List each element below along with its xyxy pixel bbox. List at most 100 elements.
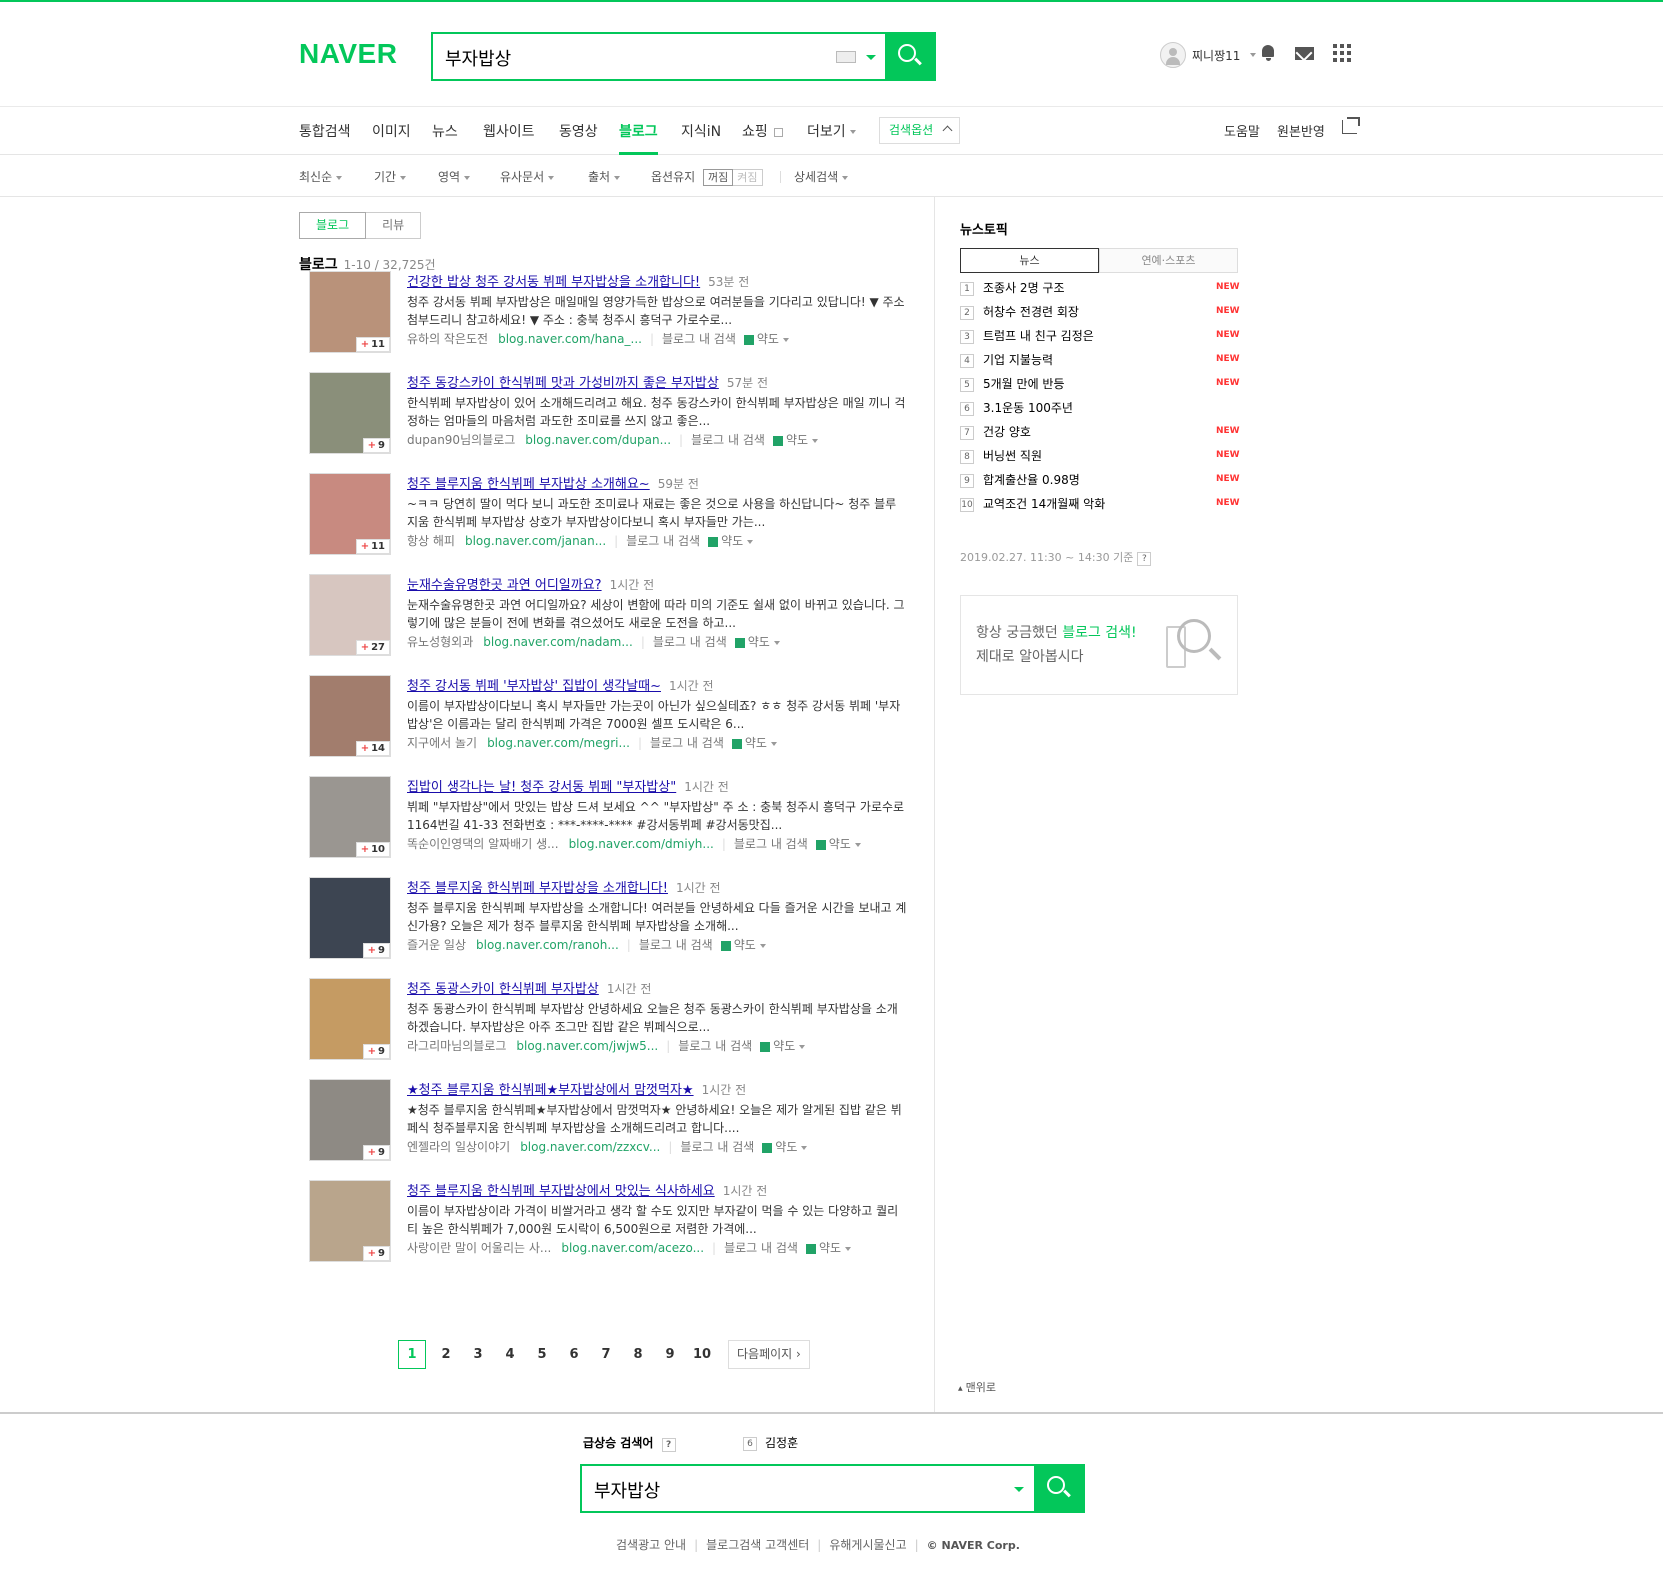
result-url[interactable]: blog.naver.com/jwjw5... — [516, 1039, 658, 1053]
thumbnail[interactable]: 9 — [309, 877, 391, 959]
result-author[interactable]: 유노성형외과 — [407, 635, 473, 649]
user-menu[interactable]: 찌니짱11 — [1160, 42, 1257, 68]
map-link[interactable]: 약도 — [734, 938, 756, 952]
result-title-text[interactable]: 청주 동강스카이 한식뷔페 맛과 가성비까지 좋은 부자밥상 — [407, 376, 719, 391]
reflect-original-link[interactable]: 원본반영 — [1277, 121, 1325, 140]
tab-video[interactable]: 동영상 — [559, 121, 598, 155]
toggle-on[interactable]: 켜짐 — [733, 169, 763, 186]
result-title-text[interactable]: ★청주 블루지움 한식뷔페★부자밥상에서 맘껏먹자★ — [407, 1083, 694, 1098]
topic-text[interactable]: 교역조건 14개월째 악화 — [983, 497, 1105, 511]
search-input[interactable]: 부자밥상 — [431, 32, 936, 81]
in-blog-search-link[interactable]: 블로그 내 검색 — [734, 837, 808, 851]
topic-text[interactable]: 합계출산율 0.98명 — [983, 473, 1080, 487]
map-link[interactable]: 약도 — [757, 332, 779, 346]
result-author[interactable]: 사랑이란 말이 어울리는 사... — [407, 1241, 551, 1255]
page-link[interactable]: 7 — [590, 1347, 622, 1362]
topic-text[interactable]: 3.1운동 100주년 — [983, 401, 1073, 415]
thumbnail[interactable]: 11 — [309, 473, 391, 555]
tab-more[interactable]: 더보기 — [807, 121, 856, 155]
subtab-blog[interactable]: 블로그 — [299, 212, 367, 239]
result-url[interactable]: blog.naver.com/nadam... — [483, 635, 633, 649]
page-link[interactable]: 3 — [462, 1347, 494, 1362]
news-topic-item[interactable]: 1 조종사 2명 구조 NEW — [960, 279, 1240, 299]
result-title[interactable]: 청주 블루지움 한식뷔페 부자밥상 소개해요~ 59분 전 — [407, 473, 907, 492]
footer-search-input[interactable]: 부자밥상 — [580, 1464, 1085, 1513]
thumbnail[interactable]: 9 — [309, 978, 391, 1060]
help-link[interactable]: 도움말 — [1224, 121, 1260, 140]
result-title-text[interactable]: 청주 블루지움 한식뷔페 부자밥상에서 맛있는 식사하세요 — [407, 1184, 715, 1199]
page-link[interactable]: 10 — [686, 1347, 718, 1362]
search-button[interactable] — [885, 32, 934, 81]
tab-shopping[interactable]: 쇼핑 — [742, 121, 783, 155]
map-link[interactable]: 약도 — [773, 1039, 795, 1053]
footer-link-ad[interactable]: 검색광고 안내 — [616, 1538, 686, 1552]
tab-entertainment-sports[interactable]: 연예·스포츠 — [1099, 248, 1238, 273]
news-topic-item[interactable]: 4 기업 지불능력 NEW — [960, 351, 1240, 371]
thumbnail[interactable]: 27 — [309, 574, 391, 656]
tab-all[interactable]: 통합검색 — [299, 121, 351, 155]
result-author[interactable]: 항상 해피 — [407, 534, 455, 548]
page-link[interactable]: 8 — [622, 1347, 654, 1362]
news-topic-item[interactable]: 7 건강 양호 NEW — [960, 423, 1240, 443]
search-query[interactable]: 부자밥상 — [445, 45, 511, 71]
in-blog-search-link[interactable]: 블로그 내 검색 — [691, 433, 765, 447]
result-title[interactable]: 집밥이 생각나는 날! 청주 강서동 뷔페 "부자밥상" 1시간 전 — [407, 776, 907, 795]
result-author[interactable]: 똑순이인영댁의 알짜배기 생... — [407, 837, 559, 851]
result-url[interactable]: blog.naver.com/megri... — [487, 736, 630, 750]
result-author[interactable]: 지구에서 놀기 — [407, 736, 477, 750]
in-blog-search-link[interactable]: 블로그 내 검색 — [724, 1241, 798, 1255]
filter-source[interactable]: 출처 — [588, 168, 621, 185]
map-link[interactable]: 약도 — [775, 1140, 797, 1154]
result-title-text[interactable]: 청주 강서동 뷔페 '부자밥상' 집밥이 생각날때~ — [407, 679, 661, 694]
page-link[interactable]: 4 — [494, 1347, 526, 1362]
map-link[interactable]: 약도 — [721, 534, 743, 548]
map-link[interactable]: 약도 — [829, 837, 851, 851]
result-title-text[interactable]: 집밥이 생각나는 날! 청주 강서동 뷔페 "부자밥상" — [407, 780, 676, 795]
map-link[interactable]: 약도 — [748, 635, 770, 649]
news-topic-item[interactable]: 6 3.1운동 100주년 — [960, 399, 1240, 419]
filter-area[interactable]: 영역 — [438, 168, 471, 185]
result-title[interactable]: 눈재수술유명한곳 과연 어디일까요? 1시간 전 — [407, 574, 907, 593]
result-url[interactable]: blog.naver.com/zzxcv... — [520, 1140, 660, 1154]
news-topic-item[interactable]: 3 트럼프 내 친구 김정은 NEW — [960, 327, 1240, 347]
in-blog-search-link[interactable]: 블로그 내 검색 — [680, 1140, 754, 1154]
in-blog-search-link[interactable]: 블로그 내 검색 — [653, 635, 727, 649]
topic-text[interactable]: 5개월 만에 반등 — [983, 377, 1065, 391]
result-author[interactable]: 라그리마님의블로그 — [407, 1039, 506, 1053]
result-url[interactable]: blog.naver.com/janan... — [465, 534, 606, 548]
in-blog-search-link[interactable]: 블로그 내 검색 — [626, 534, 700, 548]
blog-search-promo[interactable]: 항상 궁금했던 블로그 검색! 제대로 알아봅시다 — [960, 595, 1238, 695]
tab-website[interactable]: 웹사이트 — [483, 121, 535, 155]
filter-period[interactable]: 기간 — [374, 168, 407, 185]
help-icon[interactable]: ? — [661, 1438, 676, 1452]
chevron-down-icon[interactable] — [866, 55, 876, 60]
result-url[interactable]: blog.naver.com/hana_... — [498, 332, 642, 346]
topic-text[interactable]: 조종사 2명 구조 — [983, 281, 1065, 295]
bell-icon[interactable] — [1259, 44, 1279, 62]
map-link[interactable]: 약도 — [786, 433, 808, 447]
next-page-button[interactable]: 다음페이지 › — [728, 1340, 810, 1369]
help-icon[interactable]: ? — [1137, 552, 1152, 566]
result-title[interactable]: 청주 동강스카이 한식뷔페 맛과 가성비까지 좋은 부자밥상 57분 전 — [407, 372, 907, 391]
footer-link-help[interactable]: 블로그검색 고객센터 — [706, 1538, 809, 1552]
user-name[interactable]: 찌니짱11 — [1192, 47, 1240, 64]
result-title[interactable]: 청주 동광스카이 한식뷔페 부자밥상 1시간 전 — [407, 978, 907, 997]
result-url[interactable]: blog.naver.com/dupan... — [525, 433, 671, 447]
trending-item[interactable]: 6 김정훈 — [743, 1434, 798, 1451]
back-to-top-link[interactable]: 맨위로 — [958, 1379, 996, 1395]
footer-search-query[interactable]: 부자밥상 — [594, 1477, 660, 1503]
result-title[interactable]: 청주 블루지움 한식뷔페 부자밥상을 소개합니다! 1시간 전 — [407, 877, 907, 896]
thumbnail[interactable]: 9 — [309, 1079, 391, 1161]
chevron-down-icon[interactable] — [1014, 1487, 1024, 1492]
result-title-text[interactable]: 눈재수술유명한곳 과연 어디일까요? — [407, 578, 602, 593]
page-link[interactable]: 9 — [654, 1347, 686, 1362]
result-author[interactable]: 즐거운 일상 — [407, 938, 466, 952]
search-option-button[interactable]: 검색옵션 — [879, 117, 960, 144]
naver-logo[interactable]: NAVER — [299, 38, 397, 70]
tab-kin[interactable]: 지식iN — [681, 121, 721, 155]
result-title[interactable]: 청주 강서동 뷔페 '부자밥상' 집밥이 생각날때~ 1시간 전 — [407, 675, 907, 694]
page-link[interactable]: 2 — [430, 1347, 462, 1362]
result-author[interactable]: 엔젤라의 일상이야기 — [407, 1140, 510, 1154]
tab-news[interactable]: 뉴스 — [432, 121, 458, 155]
result-url[interactable]: blog.naver.com/acezo... — [561, 1241, 704, 1255]
